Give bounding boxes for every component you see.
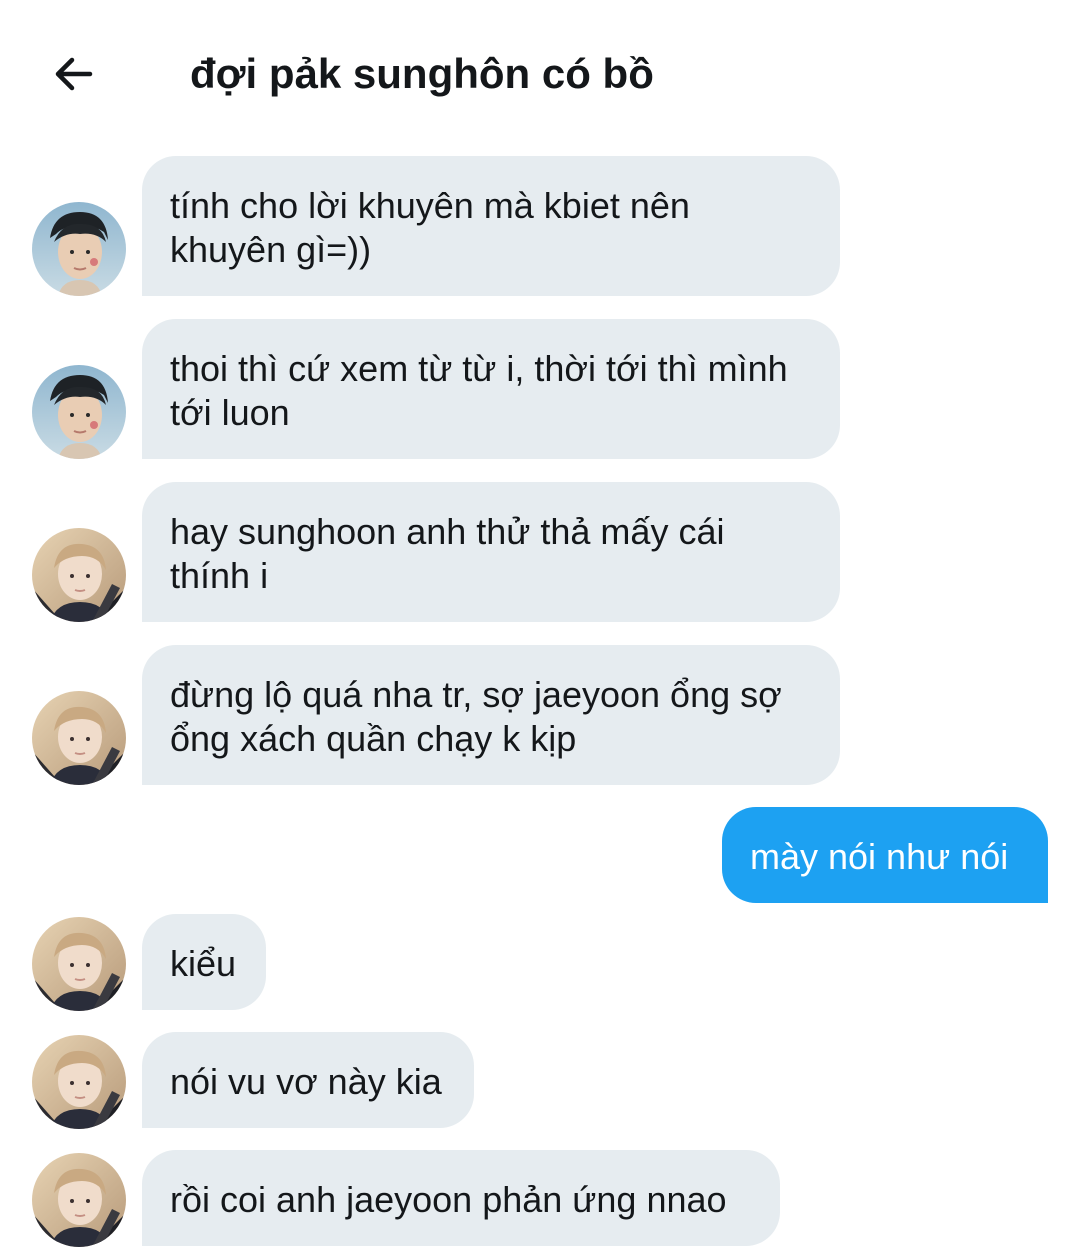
avatar[interactable] — [32, 691, 126, 785]
message-text: rồi coi anh jaeyoon phản ứng nnao — [170, 1179, 727, 1220]
message-bubble: hay sunghoon anh thử thả mấy cái thính i — [142, 482, 840, 622]
message-text: tính cho lời khuyên mà kbiet nên khuyên … — [170, 185, 690, 270]
message-text: nói vu vơ này kia — [170, 1061, 442, 1102]
message-text: kiểu — [170, 943, 237, 984]
avatar[interactable] — [32, 917, 126, 1011]
avatar[interactable] — [32, 365, 126, 459]
avatar[interactable] — [32, 528, 126, 622]
message-text: hay sunghoon anh thử thả mấy cái thính i — [170, 511, 725, 596]
message-text: đừng lộ quá nha tr, sợ jaeyoon ổng sợ ổn… — [170, 674, 782, 759]
message-bubble: kiểu — [142, 914, 266, 1010]
message-bubble: đừng lộ quá nha tr, sợ jaeyoon ổng sợ ổn… — [142, 645, 840, 785]
message-text: mày nói như nói — [750, 836, 1009, 877]
message-text: thoi thì cứ xem từ từ i, thời tới thì mì… — [170, 348, 788, 433]
avatar[interactable] — [32, 1153, 126, 1247]
message-bubble: tính cho lời khuyên mà kbiet nên khuyên … — [142, 156, 840, 296]
back-arrow-icon[interactable] — [44, 44, 104, 104]
message-bubble: nói vu vơ này kia — [142, 1032, 474, 1128]
message-bubble: thoi thì cứ xem từ từ i, thời tới thì mì… — [142, 319, 840, 459]
sent-message-bubble: mày nói như nói — [722, 807, 1048, 903]
message-bubble: rồi coi anh jaeyoon phản ứng nnao — [142, 1150, 780, 1246]
chat-header: đợi pảk sunghôn có bồ — [0, 0, 1080, 140]
avatar[interactable] — [32, 1035, 126, 1129]
conversation-title: đợi pảk sunghôn có bồ — [190, 50, 654, 97]
avatar[interactable] — [32, 202, 126, 296]
